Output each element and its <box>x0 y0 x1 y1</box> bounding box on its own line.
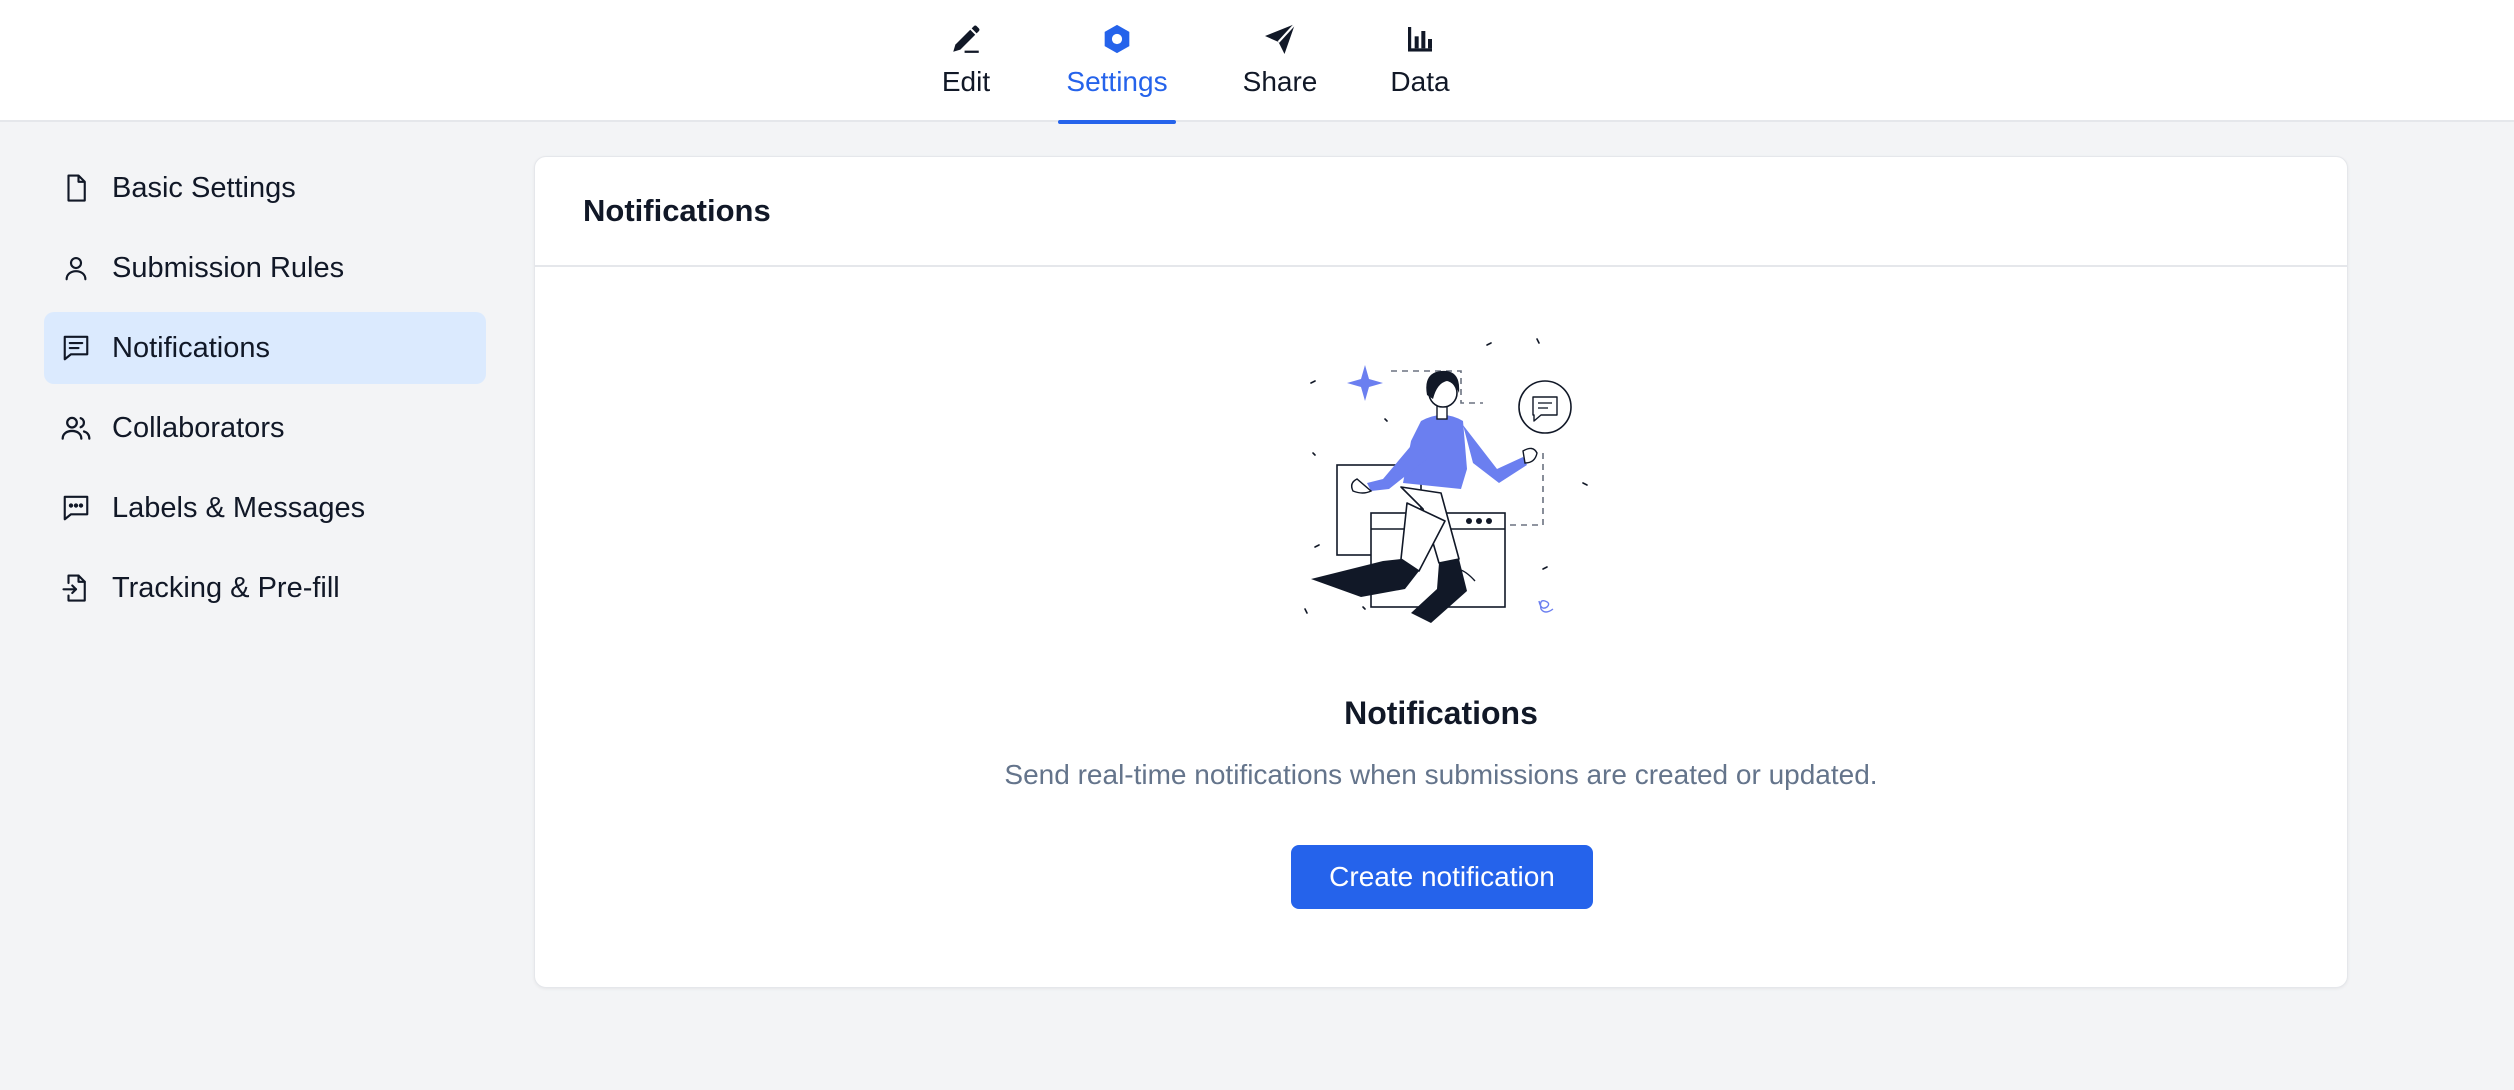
pencil-icon <box>947 20 985 58</box>
user-icon <box>60 252 92 284</box>
bar-chart-icon <box>1401 20 1439 58</box>
empty-state-description: Send real-time notifications when submis… <box>1004 759 1878 790</box>
file-icon <box>60 172 92 204</box>
sidebar-item-label: Collaborators <box>112 411 285 444</box>
panel-header: Notifications <box>535 157 2347 267</box>
tab-share[interactable]: Share <box>1236 0 1324 122</box>
sidebar-item-submission-rules[interactable]: Submission Rules <box>44 232 486 304</box>
tab-edit-label: Edit <box>941 66 991 97</box>
sidebar-item-label: Submission Rules <box>112 251 345 284</box>
tab-edit[interactable]: Edit <box>930 0 1002 122</box>
create-notification-button[interactable]: Create notification <box>1291 845 1593 909</box>
sidebar-item-notifications[interactable]: Notifications <box>44 312 486 384</box>
tab-share-label: Share <box>1242 66 1318 97</box>
notifications-illustration <box>1291 333 1611 633</box>
paper-plane-icon <box>1261 20 1299 58</box>
tab-data-label: Data <box>1390 66 1450 97</box>
panel-title: Notifications <box>583 193 771 228</box>
sidebar-item-label: Notifications <box>112 331 270 364</box>
sidebar-item-collaborators[interactable]: Collaborators <box>44 392 486 464</box>
file-import-icon <box>60 572 92 604</box>
notifications-panel: Notifications Notifications Send real-ti… <box>534 156 2348 988</box>
settings-sidebar: Basic Settings Submission Rules Notifica… <box>44 152 486 632</box>
message-square-text-icon <box>60 332 92 364</box>
sidebar-item-tracking-prefill[interactable]: Tracking & Pre-fill <box>44 552 486 624</box>
sidebar-item-label: Labels & Messages <box>112 491 366 524</box>
sidebar-item-label: Basic Settings <box>112 171 296 204</box>
tab-settings[interactable]: Settings <box>1058 0 1176 124</box>
tab-data[interactable]: Data <box>1384 0 1456 122</box>
hexagon-settings-icon <box>1098 20 1136 58</box>
tab-settings-label: Settings <box>1066 66 1168 97</box>
sidebar-item-labels-messages[interactable]: Labels & Messages <box>44 472 486 544</box>
top-nav: Edit Settings Share Data <box>0 0 2514 124</box>
empty-state-title: Notifications <box>1344 695 1538 731</box>
users-icon <box>60 412 92 444</box>
sidebar-item-basic-settings[interactable]: Basic Settings <box>44 152 486 224</box>
sidebar-item-label: Tracking & Pre-fill <box>112 571 340 604</box>
message-dots-icon <box>60 492 92 524</box>
